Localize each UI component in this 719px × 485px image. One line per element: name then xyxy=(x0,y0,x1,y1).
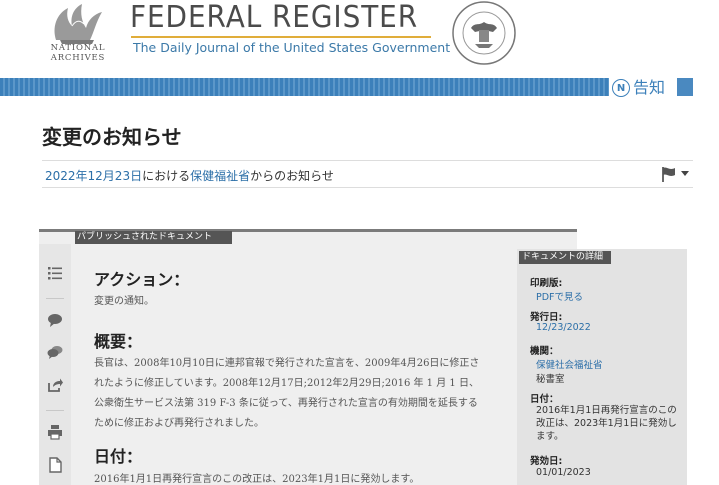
effective-date-value: 01/01/2023 xyxy=(536,467,591,478)
comment-icon[interactable] xyxy=(47,312,63,328)
meta-text: 2022年12月23日における保健福祉省からのお知らせ xyxy=(45,167,334,184)
na-line1: NATIONAL xyxy=(50,43,106,53)
published-document-tab: パブリッシュされたドキュメント xyxy=(75,231,233,244)
print-icon[interactable] xyxy=(47,424,63,440)
notice-label: 告知 xyxy=(633,78,666,97)
effective-date-label: 発効日: xyxy=(530,456,563,467)
notice-n-icon: N xyxy=(612,79,630,97)
print-version-label: 印刷版: xyxy=(530,278,563,289)
flag-menu[interactable] xyxy=(659,165,689,183)
chevron-down-icon xyxy=(681,171,689,176)
national-archives-text: NATIONAL ARCHIVES xyxy=(44,43,112,63)
header-blue-bar-end xyxy=(677,78,693,96)
site-header: NATIONAL ARCHIVES FEDERAL REGISTER The D… xyxy=(0,0,719,78)
page-title: 変更のお知らせ xyxy=(42,125,182,149)
document-icon[interactable] xyxy=(47,457,63,473)
header-blue-bar xyxy=(0,78,609,96)
dates-label: 日付： xyxy=(530,394,559,405)
agency-link[interactable]: 保健社会福祉省 xyxy=(536,357,603,371)
agency-sub-office: 秘書室 xyxy=(536,374,565,385)
rail-divider xyxy=(46,298,64,299)
view-pdf-link[interactable]: PDFで見る xyxy=(536,289,583,303)
meta-date-link[interactable]: 2022年12月23日 xyxy=(45,169,142,183)
na-line2: ARCHIVES xyxy=(50,53,106,63)
meta-mid-text: における xyxy=(142,169,191,183)
federal-register-subtitle: The Daily Journal of the United States G… xyxy=(133,40,451,55)
summary-heading: 概要： xyxy=(94,332,143,351)
share-icon[interactable] xyxy=(47,377,63,393)
federal-register-title[interactable]: FEDERAL REGISTER xyxy=(130,0,418,35)
agency-label: 機関： xyxy=(530,346,559,357)
published-label: 発行日: xyxy=(530,312,563,323)
title-gold-rule xyxy=(131,36,431,38)
dates-heading: 日付： xyxy=(94,447,143,466)
dates-text: 2016年1月1日再発行宣言のこの改正は、2023年1月1日に発効します。 xyxy=(94,474,420,485)
notice-type-tag: N 告知 xyxy=(612,78,665,98)
publication-meta-line: 2022年12月23日における保健福祉省からのお知らせ xyxy=(42,160,693,188)
archives-seal-icon xyxy=(452,1,516,65)
meta-agency-link[interactable]: 保健福祉省 xyxy=(190,169,250,183)
published-date-link[interactable]: 12/23/2022 xyxy=(536,322,591,333)
meta-end-text: からのお知らせ xyxy=(250,169,334,183)
action-text: 変更の通知。 xyxy=(94,296,154,307)
rail-divider xyxy=(46,410,64,411)
document-tools-rail xyxy=(39,244,71,485)
summary-text: 長官は、2008年10月10日に連邦官報で発行された宣言を、2009年4月26日… xyxy=(94,358,480,429)
action-heading: アクション： xyxy=(94,270,190,289)
dates-value: 2016年1月1日再発行宣言のこの改正は、2023年1月1日に発効します。 xyxy=(536,405,677,442)
flag-icon xyxy=(662,167,675,182)
document-details-tab: ドキュメントの詳細 xyxy=(519,251,612,264)
table-of-contents-icon[interactable] xyxy=(47,265,63,281)
public-comments-icon[interactable] xyxy=(47,344,63,360)
